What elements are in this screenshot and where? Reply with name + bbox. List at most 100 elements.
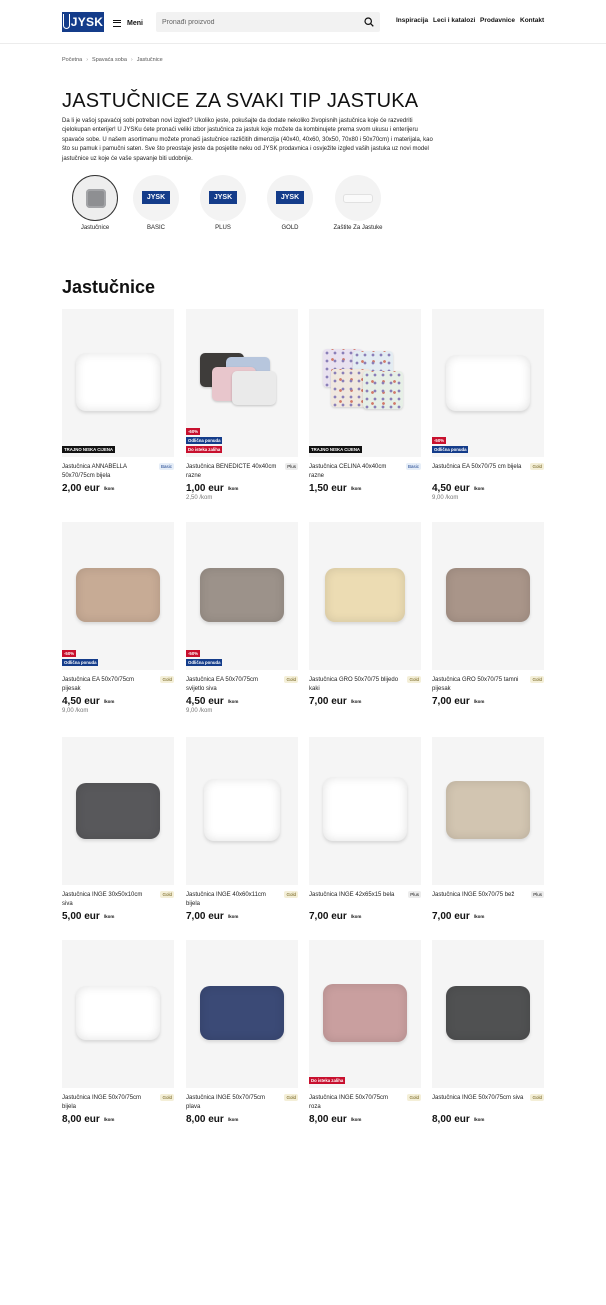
product-name[interactable]: Jastučnica INGE 40x60x11cm bijela — [186, 891, 278, 908]
pillow-shape — [232, 371, 276, 405]
product-card[interactable]: Gold Jastučnica GRO 50x70/75 tamni pijesa… — [432, 522, 544, 707]
product-image[interactable]: -60% Odlična ponuda Do isteka zaliha — [186, 309, 298, 457]
product-name[interactable]: Jastučnica INGE 50x70/75cm bijela — [62, 1094, 154, 1111]
badge-stack: TRAJNO NISKA CIJENA — [309, 446, 363, 453]
product-price: 7,00 eur/kom — [309, 911, 421, 922]
product-badge: -50% — [186, 650, 201, 657]
price-unit: /kom — [227, 486, 239, 491]
product-image[interactable] — [186, 940, 298, 1088]
pillow-shape — [446, 355, 530, 411]
product-image[interactable] — [62, 940, 174, 1088]
category-basic[interactable]: JYSK BASIC — [126, 175, 186, 231]
product-name[interactable]: Jastučnica INGE 50x70/75cm plava — [186, 1094, 278, 1111]
product-card[interactable]: -60% Odlična ponuda Do isteka zaliha Plus Ja… — [186, 309, 298, 501]
pillow-shape — [76, 986, 160, 1040]
product-name[interactable]: Jastučnica INGE 42x65x15 bela — [309, 891, 401, 908]
nav-leci-katalozi[interactable]: Leci i katalozi — [433, 17, 475, 24]
product-name[interactable]: Jastučnica CELINA 40x40cm razne — [309, 463, 401, 480]
product-card[interactable]: -50% Odlična ponuda Gold Jastučnica EA 50x7… — [432, 309, 544, 501]
category-zastite[interactable]: Zaštite Za Jastuke — [328, 175, 388, 231]
breadcrumb-home[interactable]: Početna — [62, 57, 82, 63]
product-card[interactable]: TRAJNO NISKA CIJENA Basic Jastučnica ANNAB… — [62, 309, 174, 494]
product-card[interactable]: TRAJNO NISKA CIJENA Basic Jastučnica CELIN… — [309, 309, 421, 494]
category-gold[interactable]: JYSK GOLD — [260, 175, 320, 231]
nav-prodavnice[interactable]: Prodavnice — [480, 17, 515, 24]
price-unit: /kom — [103, 914, 115, 919]
jysk-logo-icon: JYSK — [209, 191, 237, 204]
nav-kontakt[interactable]: Kontakt — [520, 17, 544, 24]
product-image[interactable] — [186, 737, 298, 885]
product-name[interactable]: Jastučnica INGE 50x70/75cm siva — [432, 1094, 524, 1111]
product-card[interactable]: Gold Jastučnica INGE 50x70/75cm bijela 8,0… — [62, 940, 174, 1125]
pillow-shape — [76, 783, 160, 839]
product-name[interactable]: Jastučnica INGE 50x70/75cm roza — [309, 1094, 401, 1111]
product-badge: TRAJNO NISKA CIJENA — [62, 446, 116, 453]
price-value: 5,00 eur — [62, 911, 100, 922]
product-name[interactable]: Jastučnica GRO 50x70/75 blijedo kaki — [309, 676, 401, 693]
product-card[interactable]: Gold Jastučnica INGE 40x60x11cm bijela 7,0… — [186, 737, 298, 922]
tier-badge: Gold — [407, 1094, 421, 1101]
category-jastucnice[interactable]: Jastučnice — [65, 175, 125, 231]
product-badge: -60% — [186, 428, 201, 435]
category-label: GOLD — [281, 225, 299, 231]
product-price: 7,00 eur/kom — [432, 696, 544, 707]
price-value: 4,50 eur — [62, 696, 100, 707]
product-card[interactable]: -50% Odlična ponuda Gold Jastučnica EA 50x7… — [186, 522, 298, 714]
tier-badge: Gold — [530, 676, 544, 683]
product-badge: -50% — [432, 437, 447, 444]
tier-badge: Basic — [158, 463, 174, 470]
product-image[interactable]: -50% Odlična ponuda — [62, 522, 174, 670]
product-image[interactable] — [432, 522, 544, 670]
product-name[interactable]: Jastučnica EA 50x70/75cm svijetlo siva — [186, 676, 278, 693]
jysk-logo[interactable]: JYSK — [62, 12, 104, 32]
price-unit: /kom — [103, 1117, 115, 1122]
product-card[interactable]: Gold Jastučnica INGE 50x70/75cm plava 8,00… — [186, 940, 298, 1125]
product-card[interactable]: Gold Jastučnica INGE 30x50x10cm siva 5,00 … — [62, 737, 174, 922]
product-badge: Do isteka zaliha — [186, 446, 223, 453]
menu-button[interactable]: Meni — [113, 17, 143, 29]
product-name[interactable]: Jastučnica INGE 50x70/75 bež — [432, 891, 524, 908]
pillow-shape — [325, 568, 405, 622]
nav-inspiracija[interactable]: Inspiracija — [396, 17, 428, 24]
search-icon[interactable] — [364, 17, 374, 27]
product-name[interactable]: Jastučnica BENEDICTE 40x40cm razne — [186, 463, 278, 480]
breadcrumb-current: Jastučnice — [136, 57, 163, 63]
product-name[interactable]: Jastučnica ANNABELLA 50x70/75cm bijela — [62, 463, 154, 480]
product-image[interactable]: TRAJNO NISKA CIJENA — [62, 309, 174, 457]
price-unit: /kom — [473, 486, 485, 491]
price-value: 7,00 eur — [186, 911, 224, 922]
product-price: 7,00 eur/kom — [186, 911, 298, 922]
product-image[interactable]: -50% Odlična ponuda — [432, 309, 544, 457]
category-circle: JYSK — [200, 175, 246, 221]
search-input[interactable] — [162, 12, 357, 32]
product-image[interactable] — [432, 737, 544, 885]
product-card[interactable]: -50% Odlična ponuda Gold Jastučnica EA 50x7… — [62, 522, 174, 714]
product-card[interactable]: Do isteka zaliha Gold Jastučnica INGE 50x7… — [309, 940, 421, 1125]
tier-badge: Basic — [405, 463, 421, 470]
category-circle: JYSK — [133, 175, 179, 221]
product-image[interactable] — [62, 737, 174, 885]
product-name[interactable]: Jastučnica EA 50x70/75 cm bijela — [432, 463, 524, 480]
price-value: 1,50 eur — [309, 483, 347, 494]
product-card[interactable]: Plus Jastučnica INGE 50x70/75 bež 7,00 eur… — [432, 737, 544, 922]
product-price: 4,50 eur/kom — [432, 483, 544, 494]
product-image[interactable] — [309, 522, 421, 670]
product-image[interactable] — [309, 737, 421, 885]
product-price: 4,50 eur/kom — [62, 696, 174, 707]
price-unit: /kom — [473, 914, 485, 919]
breadcrumb-bedroom[interactable]: Spavaća soba — [92, 57, 127, 63]
product-image[interactable]: Do isteka zaliha — [309, 940, 421, 1088]
tier-badge: Gold — [407, 676, 421, 683]
product-card[interactable]: Gold Jastučnica INGE 50x70/75cm siva 8,00 … — [432, 940, 544, 1125]
product-name[interactable]: Jastučnica GRO 50x70/75 tamni pijesak — [432, 676, 524, 693]
product-card[interactable]: Plus Jastučnica INGE 42x65x15 bela 7,00 eu… — [309, 737, 421, 922]
price-value: 8,00 eur — [309, 1114, 347, 1125]
product-name[interactable]: Jastučnica EA 50x70/75cm pijesak — [62, 676, 154, 693]
product-image[interactable] — [432, 940, 544, 1088]
tier-badge: Gold — [284, 891, 298, 898]
product-name[interactable]: Jastučnica INGE 30x50x10cm siva — [62, 891, 154, 908]
product-card[interactable]: Gold Jastučnica GRO 50x70/75 blijedo kaki… — [309, 522, 421, 707]
product-image[interactable]: TRAJNO NISKA CIJENA — [309, 309, 421, 457]
category-plus[interactable]: JYSK PLUS — [193, 175, 253, 231]
product-image[interactable]: -50% Odlična ponuda — [186, 522, 298, 670]
